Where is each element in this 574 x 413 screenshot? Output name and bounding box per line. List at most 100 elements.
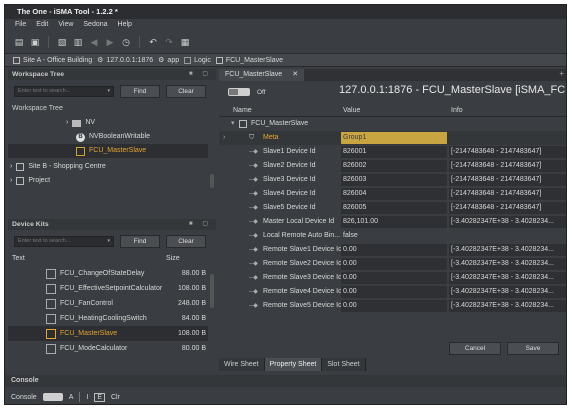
list-item[interactable]: FCU_HeatingCoolingSwitch 84.00 B xyxy=(8,311,208,326)
list-item[interactable]: FCU_ChangeOfStateDelay 88.00 B xyxy=(8,266,208,281)
tree-item-site-b[interactable]: › Site B - Shopping Centre xyxy=(10,160,106,174)
filter-e[interactable]: E xyxy=(94,392,105,402)
table-row[interactable]: ─◆ Local Remote Auto Bin... false xyxy=(219,229,566,243)
console-toggle[interactable] xyxy=(42,393,63,401)
undo-icon[interactable]: ↶ xyxy=(147,36,159,48)
breadcrumb: Site A - Office Building ⚙ 127.0.0.1:1876… xyxy=(5,53,566,67)
menu-edit[interactable]: Edit xyxy=(36,19,48,31)
panel-controls-icon[interactable]: ■ ▢ xyxy=(189,219,212,230)
close-icon[interactable]: ✕ xyxy=(292,69,298,81)
value-field[interactable]: 826004 xyxy=(341,188,447,200)
table-row[interactable]: ─◆ Slave5 Device Id 826005 [-2147483648 - 2… xyxy=(219,201,566,215)
sheet-tabs: Wire Sheet Property Sheet Slot Sheet xyxy=(219,358,366,371)
menu-view[interactable]: View xyxy=(58,19,73,31)
shield-icon: ⛉ xyxy=(249,134,255,141)
tree-item-fcu-masterslave[interactable]: FCU_MasterSlave xyxy=(8,144,208,158)
console-bar: Console A I E Clr xyxy=(5,388,566,404)
tab-property-sheet[interactable]: Property Sheet xyxy=(264,358,323,371)
expand-arrow-icon[interactable]: › xyxy=(10,160,12,174)
meta-value[interactable]: Group1 xyxy=(341,132,447,144)
workspace-find-button[interactable]: Find xyxy=(120,85,160,98)
table-row[interactable]: ─◆ Remote Slave1 Device Id 0.00 [-3.4028234… xyxy=(219,243,566,257)
value-field[interactable]: 0.00 xyxy=(341,300,447,312)
value-field[interactable]: 826005 xyxy=(341,202,447,214)
redo-icon[interactable]: ↷ xyxy=(163,36,175,48)
grid-icon[interactable]: ▦ xyxy=(179,36,191,48)
layout-icon[interactable]: ▤ xyxy=(13,36,25,48)
panel-controls-icon[interactable]: ■ ▢ xyxy=(189,69,212,80)
kits-search-input[interactable]: Enter text to search... ▾ xyxy=(14,236,114,247)
filter-i[interactable]: I xyxy=(86,394,88,401)
value-field[interactable]: 0.00 xyxy=(341,244,447,256)
value-field[interactable]: 826002 xyxy=(341,160,447,172)
tab-wire-sheet[interactable]: Wire Sheet xyxy=(219,358,265,371)
breadcrumb-logic[interactable]: Logic xyxy=(184,56,211,64)
clear-console-button[interactable]: Clr xyxy=(111,394,120,401)
history-icon[interactable]: ◷ xyxy=(120,36,132,48)
cancel-button[interactable]: Cancel xyxy=(449,342,501,355)
menu-help[interactable]: Help xyxy=(118,19,132,31)
add-tab-icon[interactable]: + xyxy=(559,69,564,78)
value-field[interactable]: 826001 xyxy=(341,146,447,158)
value-field[interactable]: 0.00 xyxy=(341,258,447,270)
breadcrumb-site[interactable]: Site A - Office Building xyxy=(13,56,92,64)
toggle-knob xyxy=(229,89,238,95)
menu-sedona[interactable]: Sedona xyxy=(83,19,107,31)
component-icon xyxy=(46,298,56,309)
breadcrumb-device[interactable]: ⚙ 127.0.0.1:1876 xyxy=(97,56,153,65)
table-row[interactable]: ─◆ Master Local Device Id 826,101.00 [-3.40… xyxy=(219,215,566,229)
tab-slot-sheet[interactable]: Slot Sheet xyxy=(322,358,366,371)
list-item[interactable]: FCU_EffectiveSetpointCalculator 108.00 B xyxy=(8,281,208,296)
collapse-arrow-icon[interactable]: ▾ xyxy=(231,117,235,131)
table-row[interactable]: ─◆ Remote Slave5 Device Id 0.00 [-3.4028234… xyxy=(219,299,566,313)
online-toggle[interactable] xyxy=(228,88,250,96)
image-icon[interactable]: ▧ xyxy=(56,36,68,48)
menu-file[interactable]: File xyxy=(15,19,26,31)
table-row[interactable]: ─◆ Slave2 Device Id 826002 [-2147483648 - 2… xyxy=(219,159,566,173)
tree-item-nv[interactable]: › NV xyxy=(66,116,95,130)
tree-item-project[interactable]: › Project xyxy=(10,174,50,188)
workspace-clear-button[interactable]: Clear xyxy=(166,85,206,98)
forward-icon[interactable]: ▶ xyxy=(104,36,116,48)
value-field[interactable]: 826003 xyxy=(341,174,447,186)
value-field[interactable]: 0.00 xyxy=(341,272,447,284)
breadcrumb-component[interactable]: FCU_MasterSlave xyxy=(215,56,283,64)
kits-scrollbar[interactable] xyxy=(210,274,214,308)
table-row[interactable]: ─◆ Remote Slave3 Device Id 0.00 [-3.4028234… xyxy=(219,271,566,285)
table-row[interactable]: ─◆ Slave1 Device Id 826001 [-2147483648 - 2… xyxy=(219,145,566,159)
table-row[interactable]: ─◆ Remote Slave2 Device Id 0.00 [-3.4028234… xyxy=(219,257,566,271)
expand-arrow-icon[interactable]: › xyxy=(223,131,225,145)
table-row[interactable]: ─◆ Slave4 Device Id 826004 [-2147483648 - 2… xyxy=(219,187,566,201)
filter-a[interactable]: A xyxy=(69,394,74,401)
value-field[interactable]: 826,101.00 xyxy=(341,216,447,228)
kits-clear-button[interactable]: Clear xyxy=(166,235,206,248)
table-row[interactable]: ─◆ Slave3 Device Id 826003 [-2147483648 - 2… xyxy=(219,173,566,187)
list-item[interactable]: FCU_FanControl 248.00 B xyxy=(8,296,208,311)
value-field[interactable]: 0.00 xyxy=(341,286,447,298)
value-field[interactable]: false xyxy=(341,230,447,242)
dropdown-icon[interactable]: ▾ xyxy=(107,237,110,246)
breadcrumb-app[interactable]: ⚙ app xyxy=(158,56,179,65)
table-row-root[interactable]: ▾ FCU_MasterSlave xyxy=(219,117,566,131)
back-icon[interactable]: ◀ xyxy=(88,36,100,48)
workspace-scrollbar[interactable] xyxy=(210,174,214,188)
export-icon[interactable]: ▥ xyxy=(72,36,84,48)
editor-header: Off 127.0.0.1:1876 - FCU_MasterSlave [iS… xyxy=(219,81,566,103)
list-item[interactable]: FCU_ModeCalculator 80.00 B xyxy=(8,341,208,356)
col-info: Info xyxy=(451,107,463,114)
table-row[interactable]: › ⛉ Meta Group1 xyxy=(219,131,566,145)
list-item-selected[interactable]: FCU_MasterSlave 108.00 B xyxy=(8,326,208,341)
table-row[interactable]: ─◆ Remote Slave4 Device Id 0.00 [-3.4028234… xyxy=(219,285,566,299)
save-button[interactable]: Save xyxy=(507,342,559,355)
editor-tabbar: FCU_MasterSlave ✕ + xyxy=(219,69,566,81)
save-icon[interactable]: ▣ xyxy=(29,36,41,48)
dropdown-icon[interactable]: ▾ xyxy=(107,87,110,96)
expand-arrow-icon[interactable]: › xyxy=(10,174,12,188)
tree-item-nvbooleanwritable[interactable]: B NVBooleanWritable xyxy=(76,130,150,144)
kits-list: FCU_ChangeOfStateDelay 88.00 B FCU_Effect… xyxy=(8,264,216,360)
app-window: The One - iSMA Tool - 1.2.2 * File Edit … xyxy=(4,4,567,405)
workspace-search-input[interactable]: Enter text to search... ▾ xyxy=(14,86,114,97)
expand-arrow-icon[interactable]: › xyxy=(66,116,68,130)
kits-find-button[interactable]: Find xyxy=(120,235,160,248)
tab-fcu-masterslave[interactable]: FCU_MasterSlave ✕ xyxy=(219,69,305,81)
